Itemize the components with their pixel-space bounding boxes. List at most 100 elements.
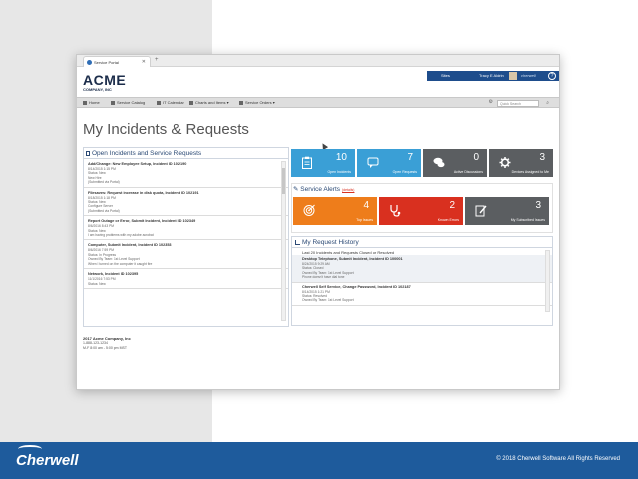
item-title[interactable]: Filesaves: Request increase in disk quot…	[88, 191, 284, 195]
gear-icon	[499, 157, 511, 168]
page-title: My Incidents & Requests	[83, 121, 249, 138]
target-icon	[303, 204, 315, 216]
list-icon	[86, 151, 90, 156]
copyright: © 2018 Cherwell Software All Rights Rese…	[496, 456, 620, 462]
chart-icon	[189, 100, 193, 105]
settings-icon[interactable]: ⚙	[489, 99, 493, 105]
new-tab-button[interactable]: +	[155, 57, 159, 63]
item-title[interactable]: Desktop Telephone, Submit Incident, Inci…	[302, 257, 548, 261]
scrollbar[interactable]	[545, 250, 550, 312]
nav-label: Service Catalog	[117, 100, 146, 105]
tile-label: Known Errors	[437, 218, 459, 222]
nav-bar: Home Service Catalog IT Calendar Charts …	[77, 97, 559, 108]
request-history-title: My Request History	[302, 239, 359, 246]
tile-label: Open Incidents	[327, 170, 351, 174]
list-item[interactable]: Desktop Telephone, Submit Incident, Inci…	[292, 255, 552, 283]
search-icon[interactable]: ⌕	[546, 100, 549, 106]
sites-link[interactable]: Sites	[441, 73, 450, 78]
item-line: (Submitted via Portal)	[88, 208, 120, 213]
tile-value: 3	[539, 152, 545, 163]
orders-icon	[239, 100, 243, 105]
tile-subscribed-issues[interactable]: 3 My Subscribed Issues	[465, 197, 549, 225]
tab-title: Service Portal	[94, 60, 119, 65]
item-line: Owned By Team: 1st Level Support	[302, 298, 354, 303]
tile-value: 2	[449, 200, 455, 211]
list-item[interactable]: Cherwell Self Service, Change Password, …	[292, 283, 552, 306]
panel-title: Open Incidents and Service Requests	[92, 150, 202, 157]
tile-known-errors[interactable]: 2 Known Errors	[379, 197, 463, 225]
tile-value: 4	[363, 200, 369, 211]
clipboard-icon	[302, 156, 312, 169]
nav-item-service-orders[interactable]: Service Orders ▾	[239, 100, 275, 105]
company-logo[interactable]: ACME	[83, 72, 126, 88]
app-header: ACME COMPANY, INC Sites Tracy E Aldrin c…	[77, 67, 559, 97]
browser-tab[interactable]: Service Portal ✕	[83, 56, 151, 67]
close-icon[interactable]: ✕	[142, 59, 146, 65]
item-title[interactable]: Network, Incident ID 102395	[88, 272, 284, 276]
tile-value: 0	[473, 152, 479, 163]
list-item[interactable]: Report Outage or Error, Submit Incident,…	[84, 216, 288, 241]
tile-open-incidents[interactable]: 10 Open Incidents	[291, 149, 355, 177]
tile-value: 7	[407, 152, 413, 163]
history-list: Last 20 Incidents and Requests Closed or…	[292, 248, 552, 318]
stethoscope-icon	[390, 205, 401, 217]
nav-item-charts[interactable]: Charts and Items ▾	[189, 100, 229, 105]
help-icon[interactable]: ?	[548, 72, 556, 80]
tile-label: My Subscribed Issues	[510, 218, 545, 222]
list-item[interactable]: Add/Change: New Employee Setup, Incident…	[84, 159, 288, 188]
avatar[interactable]	[509, 72, 517, 80]
nav-label: Charts and Items ▾	[195, 100, 229, 105]
user-name[interactable]: Tracy E Aldrin	[479, 73, 504, 78]
scrollbar[interactable]	[281, 161, 286, 321]
home-icon	[83, 100, 87, 105]
search-input[interactable]: Quick Search	[497, 100, 539, 107]
favicon-icon	[87, 60, 92, 65]
nav-item-home[interactable]: Home	[83, 100, 100, 105]
service-alerts-header: ✎ Service Alerts (details)	[293, 185, 354, 193]
list-item[interactable]: Network, Incident ID 102395 11/1/2016 7:…	[84, 269, 288, 289]
discussion-icon	[433, 157, 445, 168]
item-title[interactable]: Computer, Submit Incident, Incident ID 1…	[88, 243, 284, 247]
list-item[interactable]: Filesaves: Request increase in disk quot…	[84, 188, 288, 217]
history-icon	[295, 240, 300, 245]
tile-label: Active Discussions	[453, 170, 483, 174]
company-info: 2017 Acme Company, Inc 1-888-123-1234 M-…	[83, 336, 131, 351]
item-line: (Submitted via Portal)	[88, 180, 120, 185]
item-line: I am having problems with my adobe acrob…	[88, 233, 154, 238]
panel-header: Open Incidents and Service Requests	[84, 148, 288, 159]
tile-label: Open Requests	[392, 170, 417, 174]
alert-icon: ✎	[293, 186, 299, 193]
item-line: Status: New	[88, 281, 106, 286]
screenshot-window: Service Portal ✕ + ACME COMPANY, INC Sit…	[76, 54, 560, 390]
nav-label: Home	[89, 100, 100, 105]
footer: Cherwell © 2018 Cherwell Software All Ri…	[0, 442, 638, 479]
history-subtitle: Last 20 Incidents and Requests Closed or…	[302, 250, 395, 255]
edit-icon	[475, 205, 487, 217]
list-item[interactable]: Computer, Submit Incident, Incident ID 1…	[84, 240, 288, 270]
item-title[interactable]: Cherwell Self Service, Change Password, …	[302, 285, 548, 289]
calendar-icon	[157, 100, 161, 105]
open-items-panel: Open Incidents and Service Requests Add/…	[83, 147, 289, 327]
tile-value: 3	[535, 200, 541, 211]
user-bar: Sites Tracy E Aldrin cherwell ?	[427, 71, 559, 81]
request-history-panel: My Request History Last 20 Incidents and…	[291, 236, 553, 326]
tile-label: Top Issues	[356, 218, 373, 222]
item-title[interactable]: Add/Change: New Employee Setup, Incident…	[88, 162, 284, 166]
tile-label: Devices Assigned to Me	[511, 170, 549, 174]
service-alerts-title: Service Alerts	[300, 186, 341, 193]
nav-label: Service Orders ▾	[245, 100, 275, 105]
item-title[interactable]: Report Outage or Error, Submit Incident,…	[88, 219, 284, 223]
slide: Service Portal ✕ + ACME COMPANY, INC Sit…	[0, 0, 638, 479]
nav-item-service-catalog[interactable]: Service Catalog	[111, 100, 145, 105]
tile-devices[interactable]: 3 Devices Assigned to Me	[489, 149, 553, 177]
tile-open-requests[interactable]: 7 Open Requests	[357, 149, 421, 177]
brand-logo: cherwell	[521, 73, 536, 78]
panel-header: My Request History	[292, 237, 552, 248]
company-hours: M-F 8:00 am - 5:00 pm MST	[83, 346, 127, 350]
scroll-thumb[interactable]	[282, 168, 285, 194]
swoosh-icon	[18, 445, 42, 453]
details-link[interactable]: (details)	[342, 188, 354, 192]
tile-active-discussions[interactable]: 0 Active Discussions	[423, 149, 487, 177]
nav-item-it-calendar[interactable]: IT Calendar	[157, 100, 184, 105]
tile-top-issues[interactable]: 4 Top Issues	[293, 197, 377, 225]
